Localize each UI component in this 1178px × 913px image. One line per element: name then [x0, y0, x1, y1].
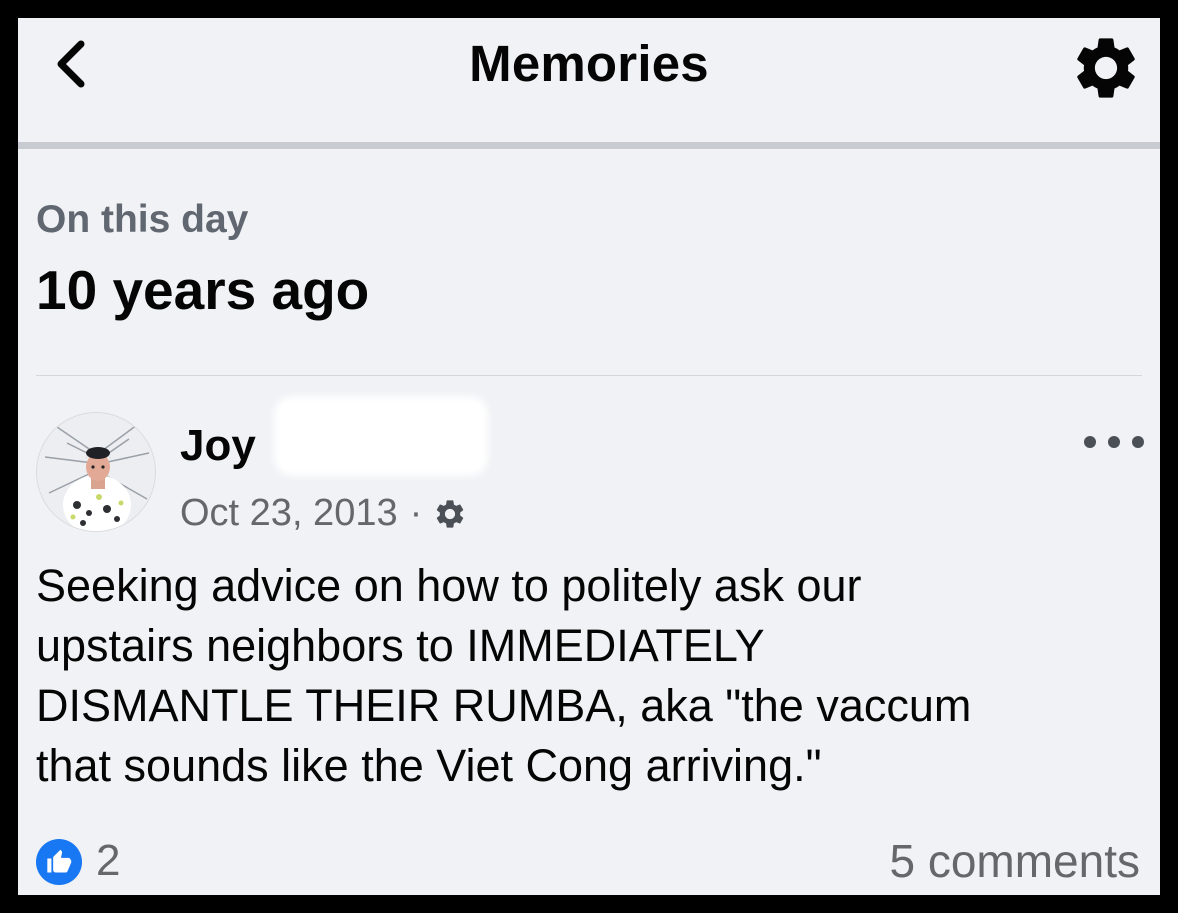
more-options-button[interactable]: [1084, 422, 1144, 462]
settings-button[interactable]: [1066, 28, 1146, 108]
post-text: Seeking advice on how to politely ask ou…: [36, 556, 1136, 796]
post-text-line: DISMANTLE THEIR RUMBA, aka "the vaccum: [36, 680, 972, 731]
gear-icon: [1077, 38, 1135, 98]
post-meta: Oct 23, 2013 ·: [180, 492, 468, 535]
author-name[interactable]: Joy: [180, 421, 256, 471]
comments-count[interactable]: 5 comments: [889, 834, 1140, 888]
top-navigation-bar: Memories: [18, 18, 1160, 142]
more-horizontal-icon: [1108, 436, 1120, 448]
name-redaction: [274, 396, 488, 476]
like-count[interactable]: 2: [96, 836, 120, 886]
navbar-divider: [18, 142, 1160, 149]
more-horizontal-icon: [1132, 436, 1144, 448]
meta-separator: ·: [409, 492, 423, 534]
post-text-line: upstairs neighbors to IMMEDIATELY: [36, 620, 765, 671]
memory-time-ago: 10 years ago: [36, 259, 370, 321]
post-text-line: that sounds like the Viet Cong arriving.…: [36, 740, 822, 791]
avatar[interactable]: [36, 412, 156, 532]
avatar-photo: [37, 413, 155, 531]
section-divider: [36, 375, 1142, 376]
memory-label: On this day: [36, 198, 249, 241]
memories-screen: Memories On this day 10 years ago Joy Oc…: [18, 18, 1160, 895]
thumbs-up-icon[interactable]: [36, 839, 82, 885]
post-date[interactable]: Oct 23, 2013: [180, 492, 398, 535]
more-horizontal-icon: [1084, 436, 1096, 448]
page-title: Memories: [469, 35, 709, 92]
post-text-line: Seeking advice on how to politely ask ou…: [36, 560, 862, 611]
gear-icon[interactable]: [432, 496, 468, 532]
